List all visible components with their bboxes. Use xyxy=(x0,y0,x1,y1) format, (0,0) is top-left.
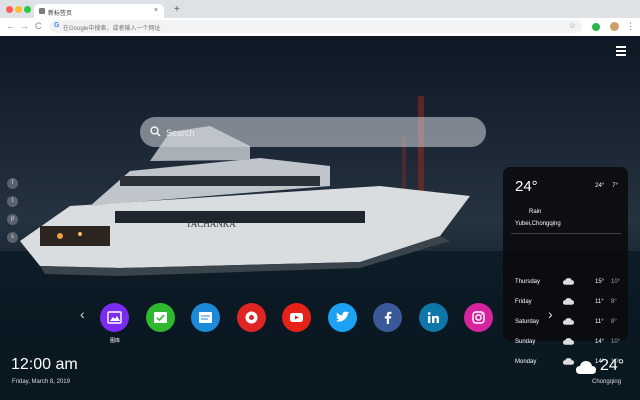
temp-range: 24° 7° xyxy=(587,183,618,189)
bookmark-star-icon[interactable]: ☆ xyxy=(569,21,576,30)
extension-icon[interactable] xyxy=(592,23,600,31)
tab-strip: 新标签页 × + xyxy=(0,0,640,18)
forecast-day: Thursday xyxy=(515,279,541,285)
instagram-icon xyxy=(472,311,485,324)
forecast-low: 10° xyxy=(611,279,621,285)
games-app-button[interactable] xyxy=(236,303,266,332)
minimize-window-icon[interactable] xyxy=(15,6,22,13)
maximize-window-icon[interactable] xyxy=(24,6,31,13)
weather-condition: Rain xyxy=(529,209,542,215)
linkedin-icon xyxy=(427,312,439,323)
tab-close-icon[interactable]: × xyxy=(154,7,158,14)
divider xyxy=(511,233,621,234)
back-button[interactable]: ← xyxy=(6,21,15,31)
bottom-weather-temp: 24° xyxy=(600,357,625,374)
cloud-icon xyxy=(576,361,596,374)
twitter-icon xyxy=(335,311,349,322)
temp-high: 24° xyxy=(595,183,605,189)
prev-apps-button[interactable]: ‹ xyxy=(80,306,85,322)
facebook-app-button[interactable] xyxy=(373,303,402,332)
reload-button[interactable]: C xyxy=(35,21,42,31)
forecast-day: Friday xyxy=(515,299,532,305)
forecast-day: Saturday xyxy=(515,319,540,325)
facebook-share-icon[interactable]: f xyxy=(7,178,18,189)
clock-date: Friday, March 8, 2019 xyxy=(12,379,70,385)
forecast-high: 14° xyxy=(595,339,605,345)
forecast-high: 11° xyxy=(595,299,604,305)
new-tab-button[interactable]: + xyxy=(174,4,180,15)
youtube-app-button[interactable] xyxy=(282,303,311,332)
yacht-name-text: TACHANKA xyxy=(186,219,236,229)
search-bar[interactable] xyxy=(140,117,486,147)
browser-toolbar: ← → C G 在Google中搜索，或者输入一个网址 ☆ ⋮ xyxy=(0,18,640,36)
forecast-low: 8° xyxy=(611,299,617,305)
forecast-day: Monday xyxy=(515,359,537,365)
tab-favicon-icon xyxy=(39,8,45,14)
bottom-weather-city: Chongqing xyxy=(592,379,622,385)
search-input[interactable] xyxy=(164,124,468,142)
forecast-low: 8° xyxy=(611,319,617,325)
search-icon xyxy=(150,126,161,137)
forecast-row: Friday 11° 8° xyxy=(515,298,623,319)
cloud-rain-icon xyxy=(563,318,574,325)
next-apps-button[interactable]: › xyxy=(548,306,553,322)
browser-chrome: 新标签页 × + ← → C G 在Google中搜索，或者输入一个网址 ☆ ⋮ xyxy=(0,0,640,36)
menu-icon[interactable] xyxy=(616,46,626,56)
games-icon xyxy=(245,311,257,324)
linkedin-app-button[interactable] xyxy=(418,303,448,332)
instagram-app-button[interactable] xyxy=(464,303,493,332)
notes-icon xyxy=(199,312,212,323)
browser-menu-icon[interactable]: ⋮ xyxy=(626,21,635,32)
twitter-app-button[interactable] xyxy=(327,303,357,332)
app-label-gallery: 图库 xyxy=(110,338,121,344)
current-temp: 24° xyxy=(515,178,538,195)
youtube-icon xyxy=(290,313,303,322)
forecast-low: 10° xyxy=(611,339,621,345)
tab-new-tab[interactable]: 新标签页 × xyxy=(34,4,164,18)
omnibox-placeholder: 在Google中搜索，或者输入一个网址 xyxy=(63,26,161,32)
forward-button[interactable]: → xyxy=(20,21,29,31)
close-window-icon[interactable] xyxy=(6,6,13,13)
forecast-high: 11° xyxy=(595,319,604,325)
cloud-rain-icon xyxy=(563,298,574,305)
omnibox[interactable]: G 在Google中搜索，或者输入一个网址 ☆ xyxy=(50,20,582,33)
check-app-button[interactable] xyxy=(145,303,175,332)
forecast-row: Thursday 15° 10° xyxy=(515,278,623,299)
gallery-icon xyxy=(107,311,122,324)
clock-time: 12:00 am xyxy=(11,356,78,373)
forecast-day: Sunday xyxy=(515,339,536,345)
forecast-high: 15° xyxy=(595,279,605,285)
forecast-row: Saturday 11° 8° xyxy=(515,318,623,339)
notes-app-button[interactable] xyxy=(191,303,220,332)
gallery-app-button[interactable] xyxy=(100,303,129,332)
twitter-share-icon[interactable]: t xyxy=(7,196,18,207)
facebook-icon xyxy=(384,311,392,324)
tab-title: 新标签页 xyxy=(48,11,73,17)
cloud-rain-icon xyxy=(563,278,574,285)
share-icon[interactable]: s xyxy=(7,232,18,243)
pinterest-share-icon[interactable]: p xyxy=(7,214,18,225)
new-tab-page: TACHANKA f t p s 24° 24° 7° Rain Yubei,Ch… xyxy=(0,36,640,400)
check-icon xyxy=(153,312,167,323)
cloud-rain-icon xyxy=(563,358,574,365)
cloud-rain-icon xyxy=(563,338,574,345)
profile-avatar[interactable] xyxy=(610,22,619,31)
weather-panel: 24° 24° 7° Rain Yubei,Chongqing Thursday 1… xyxy=(503,167,628,365)
weather-location: Yubei,Chongqing xyxy=(515,221,561,227)
forecast-row: Sunday 14° 10° xyxy=(515,338,623,359)
temp-low: 7° xyxy=(612,183,618,189)
google-icon: G xyxy=(54,22,60,29)
